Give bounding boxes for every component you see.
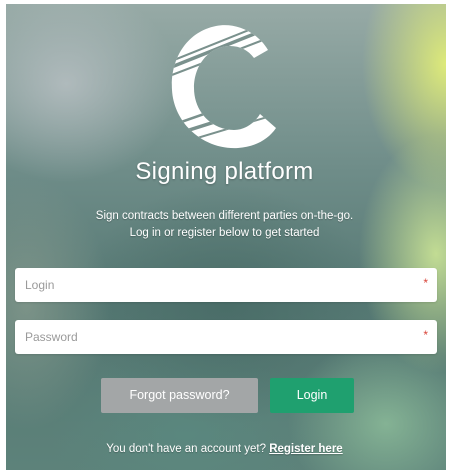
subtitle-line-1: Sign contracts between different parties…	[95, 210, 354, 222]
page-subtitle: Sign contracts between different parties…	[40, 208, 409, 242]
password-input[interactable]	[15, 320, 415, 354]
register-link[interactable]: Register here	[269, 443, 343, 455]
required-asterisk: *	[423, 328, 428, 342]
login-button[interactable]: Login	[270, 378, 354, 413]
required-asterisk: *	[423, 276, 428, 290]
login-field[interactable]: *	[15, 268, 437, 302]
password-field[interactable]: *	[15, 320, 437, 354]
page-title: Signing platform	[135, 158, 314, 185]
login-screen: Signing platform Sign contracts between …	[0, 0, 449, 473]
register-prompt: You don't have an account yet? Register …	[0, 443, 449, 455]
c-logo-icon	[171, 25, 276, 149]
login-input[interactable]	[15, 268, 415, 302]
register-prompt-text: You don't have an account yet?	[106, 443, 266, 455]
forgot-password-button[interactable]: Forgot password?	[101, 378, 258, 413]
subtitle-line-2: Log in or register below to get started	[129, 227, 320, 239]
